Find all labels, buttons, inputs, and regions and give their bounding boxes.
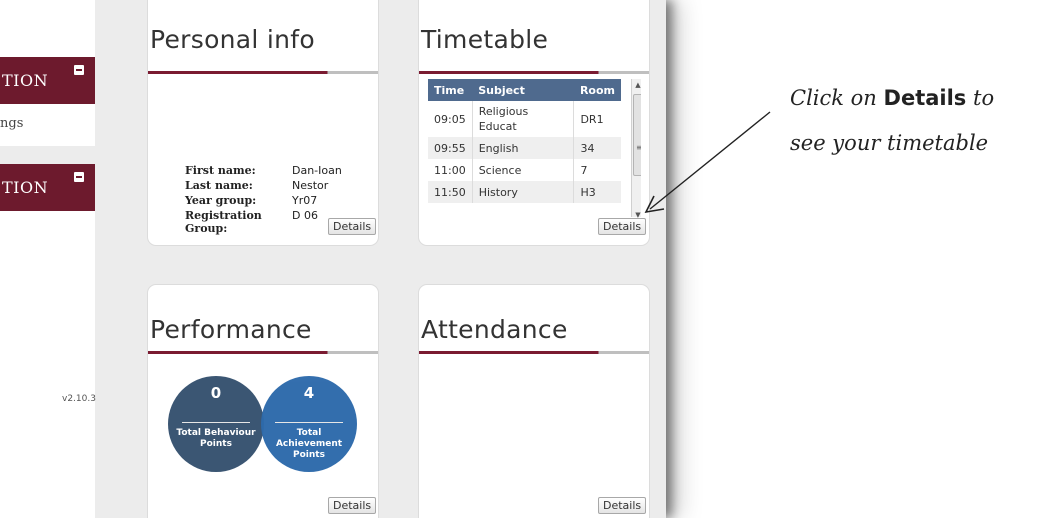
circle-divider	[182, 422, 250, 423]
field-row: First name: Dan-Ioan	[185, 164, 342, 179]
field-value: D 06	[292, 209, 318, 222]
personal-info-card: Personal info First name: Dan-Ioan Last …	[147, 0, 379, 246]
card-title: Performance	[150, 315, 312, 344]
version-label: v2.10.3	[62, 394, 96, 404]
attendance-details-button[interactable]: Details	[598, 497, 647, 514]
sidebar-divider	[0, 146, 95, 164]
timetable-card: Timetable Time Subject Room 09:05 Religi…	[418, 0, 650, 246]
behaviour-points-label: Total Behaviour Points	[176, 428, 256, 449]
field-row: Registration Group: D 06	[185, 209, 342, 235]
performance-details-button[interactable]: Details	[328, 497, 377, 514]
achievement-points-label: Total Achievement Points	[275, 428, 343, 460]
table-row: 11:00 Science 7	[428, 159, 621, 181]
table-row: 11:50 History H3	[428, 181, 621, 203]
attendance-card: Attendance Details	[418, 284, 650, 518]
timetable-details-button[interactable]: Details	[598, 218, 647, 235]
sidebar-section-header[interactable]: TION	[0, 57, 95, 104]
table-row: 09:05 Religious Educat DR1	[428, 101, 621, 137]
timetable-table: Time Subject Room 09:05 Religious Educat…	[428, 79, 621, 203]
collapse-icon[interactable]	[74, 172, 84, 182]
table-header-row: Time Subject Room	[428, 79, 621, 101]
collapse-icon[interactable]	[74, 65, 84, 75]
card-title: Timetable	[421, 25, 549, 54]
performance-card: Performance 0 Total Behaviour Points 4 T…	[147, 284, 379, 518]
sidebar: TION ngs TION v2.10.3	[0, 0, 96, 518]
field-label: Last name:	[185, 179, 253, 192]
card-title: Attendance	[421, 315, 568, 344]
annotation-line-1: Click on Details to	[790, 86, 994, 110]
field-label: Year group:	[185, 194, 257, 207]
subject-cell: English	[472, 137, 575, 159]
annotation-emphasis: Details	[883, 86, 967, 110]
sidebar-section-title: TION	[2, 71, 49, 90]
grip-icon: ≡	[636, 143, 641, 152]
sidebar-item-settings[interactable]: ngs	[0, 116, 23, 131]
title-underline	[419, 351, 649, 354]
screenshot-frame: TION ngs TION v2.10.3 Personal info Firs…	[0, 0, 666, 518]
field-value: Yr07	[292, 194, 318, 207]
title-underline	[148, 351, 378, 354]
column-header: Room	[573, 79, 621, 101]
field-value: Dan-Ioan	[292, 164, 342, 177]
personal-info-details-button[interactable]: Details	[328, 218, 377, 235]
subject-cell: Religious Educat	[472, 101, 575, 137]
time-cell: 11:00	[428, 159, 473, 181]
room-cell: 7	[580, 163, 588, 177]
room-cell: 34	[573, 137, 621, 159]
card-title: Personal info	[150, 25, 316, 54]
achievement-points-value: 4	[303, 384, 315, 402]
scroll-up-arrow-icon[interactable]: ▲	[633, 81, 641, 89]
sidebar-section-title: TION	[2, 178, 49, 197]
column-header: Subject	[472, 79, 574, 101]
field-label: Registration Group:	[185, 209, 262, 235]
room-cell: H3	[573, 181, 621, 203]
behaviour-points-value: 0	[210, 384, 222, 402]
time-cell: 09:55	[428, 137, 473, 159]
timetable-scroll-area[interactable]: Time Subject Room 09:05 Religious Educat…	[428, 79, 641, 221]
title-underline	[148, 71, 378, 74]
field-value: Nestor	[292, 179, 329, 192]
field-label: First name:	[185, 164, 256, 177]
time-cell: 09:05	[428, 101, 473, 137]
room-cell: DR1	[580, 112, 604, 126]
personal-info-fields: First name: Dan-Ioan Last name: Nestor Y…	[185, 164, 342, 235]
annotation-text: Click on	[790, 86, 877, 110]
table-row: 09:55 English 34	[428, 137, 621, 159]
circle-divider	[275, 422, 343, 423]
field-row: Last name: Nestor	[185, 179, 342, 194]
scrollbar-thumb[interactable]: ≡	[633, 94, 641, 176]
vertical-scrollbar[interactable]: ▲ ≡ ▼	[631, 79, 641, 219]
achievement-points-circle: 4 Total Achievement Points	[261, 376, 357, 472]
subject-cell: History	[472, 181, 575, 203]
subject-cell: Science	[472, 159, 575, 181]
title-underline	[419, 71, 649, 74]
column-header: Time	[428, 79, 473, 101]
field-row: Year group: Yr07	[185, 194, 342, 209]
time-cell: 11:50	[428, 181, 473, 203]
sidebar-section-header[interactable]: TION	[0, 164, 95, 211]
annotation-text: to	[973, 86, 995, 110]
behaviour-points-circle: 0 Total Behaviour Points	[168, 376, 264, 472]
annotation-line-2: see your timetable	[790, 131, 989, 155]
